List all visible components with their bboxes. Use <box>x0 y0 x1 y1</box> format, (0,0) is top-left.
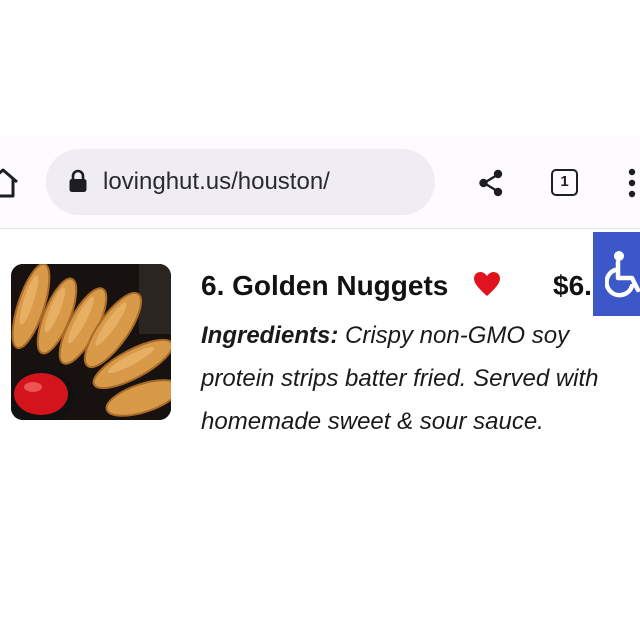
accessibility-button[interactable] <box>593 232 640 316</box>
lock-icon <box>69 169 87 192</box>
ingredients-label: Ingredients: <box>201 322 339 349</box>
item-title: 6. Golden Nuggets <box>201 270 449 301</box>
more-vert-icon[interactable] <box>626 167 638 199</box>
page: lovinghut.us/houston/ 1 6. Golden Nugget… <box>0 0 640 640</box>
heart-icon <box>474 272 500 296</box>
home-icon[interactable] <box>0 166 20 200</box>
tabs-count: 1 <box>560 173 569 190</box>
item-description: Ingredients: Crispy non-GMO soy protein … <box>201 314 640 443</box>
tabs-button[interactable]: 1 <box>551 169 578 196</box>
item-price: $6. <box>553 270 592 301</box>
item-image[interactable] <box>11 264 171 420</box>
share-icon[interactable] <box>476 168 506 198</box>
url-text[interactable]: lovinghut.us/houston/ <box>103 166 330 198</box>
nuggets-illustration <box>11 264 171 420</box>
wheelchair-icon <box>605 251 640 298</box>
